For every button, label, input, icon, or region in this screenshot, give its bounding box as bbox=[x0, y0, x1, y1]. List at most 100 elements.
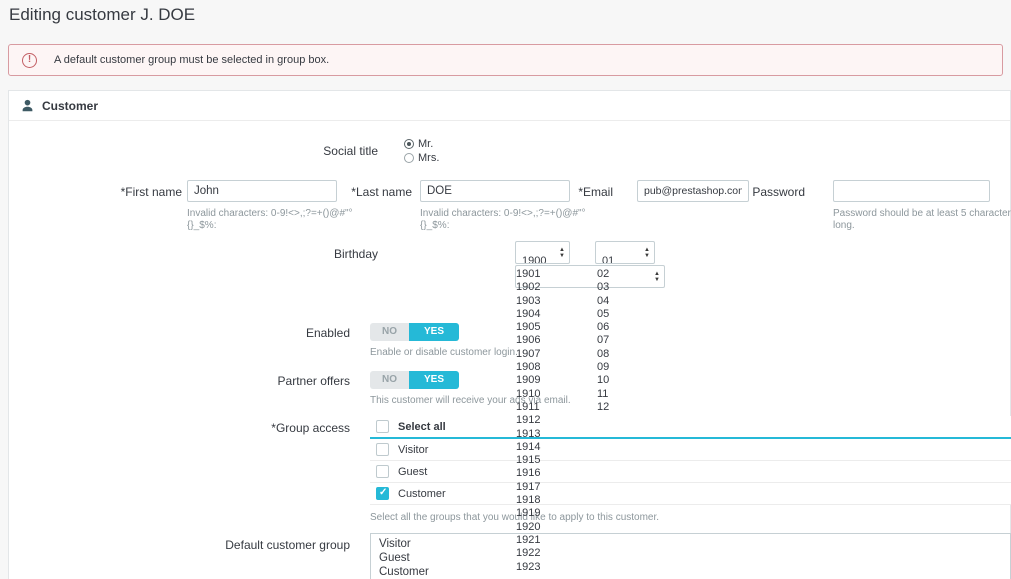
year-option[interactable]: 1909 bbox=[516, 374, 540, 387]
year-option[interactable]: 1915 bbox=[516, 454, 540, 467]
year-option[interactable]: 1913 bbox=[516, 428, 540, 441]
toggle-no[interactable]: NO bbox=[370, 323, 409, 341]
radio-mrs-label: Mrs. bbox=[418, 151, 440, 164]
radio-mrs[interactable]: Mrs. bbox=[404, 151, 439, 164]
last-name-help: Invalid characters: 0-9!<>,;?=+()@#"° {}… bbox=[420, 208, 586, 231]
year-option[interactable]: 1908 bbox=[516, 361, 540, 374]
default-group-select[interactable]: Visitor Guest Customer bbox=[370, 533, 1011, 579]
password-help: Password should be at least 5 characters… bbox=[833, 208, 1011, 231]
year-option[interactable]: 1907 bbox=[516, 348, 540, 361]
social-title-radios: Mr. Mrs. bbox=[404, 137, 439, 164]
year-option[interactable]: 1923 bbox=[516, 561, 540, 574]
password-label: Password bbox=[752, 185, 805, 199]
month-option[interactable]: 03 bbox=[597, 281, 609, 294]
toggle-yes[interactable]: YES bbox=[409, 323, 460, 341]
default-group-option[interactable]: Guest bbox=[371, 551, 1010, 565]
month-option[interactable]: 04 bbox=[597, 295, 609, 308]
group-row[interactable]: Visitor bbox=[370, 439, 1011, 461]
enabled-label: Enabled bbox=[305, 326, 350, 340]
panel-title: Customer bbox=[42, 98, 99, 113]
select-all-row[interactable]: Select all bbox=[370, 416, 1011, 439]
default-group-option[interactable]: Visitor bbox=[371, 537, 1010, 551]
customer-panel: Customer bbox=[8, 90, 1011, 579]
group-rows: Visitor Guest Customer bbox=[370, 439, 1011, 505]
year-option[interactable]: 1905 bbox=[516, 321, 540, 334]
year-option[interactable]: 1919 bbox=[516, 507, 540, 520]
last-name-label: *Last name bbox=[351, 185, 412, 199]
email-label: *Email bbox=[578, 185, 613, 199]
group-access-help: Select all the groups that you would lik… bbox=[370, 512, 660, 523]
year-option[interactable]: 1901 bbox=[516, 268, 540, 281]
panel-header: Customer bbox=[9, 91, 1010, 121]
month-option[interactable]: 12 bbox=[597, 401, 609, 414]
year-option[interactable]: 1910 bbox=[516, 388, 540, 401]
month-option[interactable]: 05 bbox=[597, 308, 609, 321]
spinner-icon bbox=[654, 271, 660, 283]
group-checkbox[interactable] bbox=[376, 465, 389, 478]
group-label: Guest bbox=[398, 465, 428, 478]
default-group-option[interactable]: Customer bbox=[371, 565, 1010, 579]
spinner-icon bbox=[559, 247, 565, 259]
year-option[interactable]: 1912 bbox=[516, 414, 540, 427]
first-name-label: *First name bbox=[120, 185, 182, 199]
group-label: Customer bbox=[398, 487, 446, 500]
password-input[interactable] bbox=[833, 180, 990, 202]
birthday-month-value: 01 bbox=[602, 255, 615, 264]
radio-selected-icon bbox=[404, 138, 414, 149]
customer-icon bbox=[22, 99, 33, 112]
year-option[interactable]: 1921 bbox=[516, 534, 540, 547]
first-name-help: Invalid characters: 0-9!<>,;?=+()@#"° {}… bbox=[187, 208, 353, 231]
year-option[interactable]: 1904 bbox=[516, 308, 540, 321]
warning-icon bbox=[22, 52, 37, 68]
social-title-label: Social title bbox=[323, 144, 378, 158]
group-row[interactable]: Guest bbox=[370, 461, 1011, 483]
customer-edit-screen: Editing customer J. DOE A default custom… bbox=[0, 0, 1011, 579]
group-access-label: *Group access bbox=[271, 421, 350, 435]
year-option[interactable]: 1902 bbox=[516, 281, 540, 294]
enabled-help: Enable or disable customer login. bbox=[370, 347, 518, 358]
group-checkbox[interactable] bbox=[376, 487, 389, 500]
toggle-yes[interactable]: YES bbox=[409, 371, 460, 389]
month-option[interactable]: 02 bbox=[597, 268, 609, 281]
toggle-no[interactable]: NO bbox=[370, 371, 409, 389]
group-row[interactable]: Customer bbox=[370, 483, 1011, 505]
month-option[interactable]: 06 bbox=[597, 321, 609, 334]
partner-offers-toggle[interactable]: NO YES bbox=[370, 371, 460, 389]
page-title: Editing customer J. DOE bbox=[9, 5, 196, 24]
alert-message: A default customer group must be selecte… bbox=[54, 54, 330, 66]
month-option[interactable]: 11 bbox=[597, 388, 609, 401]
group-checkbox[interactable] bbox=[376, 443, 389, 456]
select-all-label: Select all bbox=[398, 420, 446, 433]
month-option[interactable]: 09 bbox=[597, 361, 609, 374]
birthday-month-options: 02 03 04 05 06 07 08 09 10 11 12 bbox=[597, 268, 609, 414]
spinner-icon bbox=[644, 247, 650, 259]
enabled-toggle[interactable]: NO YES bbox=[370, 323, 460, 341]
month-option[interactable]: 08 bbox=[597, 348, 609, 361]
birthday-month-select[interactable]: 01 bbox=[595, 241, 655, 264]
select-all-checkbox[interactable] bbox=[376, 420, 389, 433]
year-option[interactable]: 1916 bbox=[516, 467, 540, 480]
birthday-year-value: 1900 bbox=[522, 255, 547, 264]
partner-offers-label: Partner offers bbox=[277, 374, 350, 388]
year-option[interactable]: 1906 bbox=[516, 334, 540, 347]
year-option[interactable]: 1920 bbox=[516, 521, 540, 534]
birthday-label: Birthday bbox=[333, 247, 378, 261]
year-option[interactable]: 1903 bbox=[516, 295, 540, 308]
radio-mr-label: Mr. bbox=[418, 137, 434, 150]
birthday-year-select[interactable]: 1900 bbox=[515, 241, 570, 264]
year-option[interactable]: 1911 bbox=[516, 401, 540, 414]
alert-warning: A default customer group must be selecte… bbox=[8, 44, 1003, 76]
partner-offers-help: This customer will receive your ads via … bbox=[370, 395, 571, 406]
month-option[interactable]: 10 bbox=[597, 374, 609, 387]
year-option[interactable]: 1922 bbox=[516, 547, 540, 560]
year-option[interactable]: 1918 bbox=[516, 494, 540, 507]
month-option[interactable]: 07 bbox=[597, 334, 609, 347]
group-access-table: Select all Visitor Guest Customer bbox=[370, 416, 1011, 505]
group-label: Visitor bbox=[398, 443, 429, 456]
birthday-year-options: 1901 1902 1903 1904 1905 1906 1907 1908 1909 1910… bbox=[516, 268, 540, 574]
radio-unselected-icon bbox=[404, 152, 414, 163]
default-group-label: Default customer group bbox=[225, 538, 350, 552]
year-option[interactable]: 1917 bbox=[516, 481, 540, 494]
year-option[interactable]: 1914 bbox=[516, 441, 540, 454]
radio-mr[interactable]: Mr. bbox=[404, 137, 439, 150]
